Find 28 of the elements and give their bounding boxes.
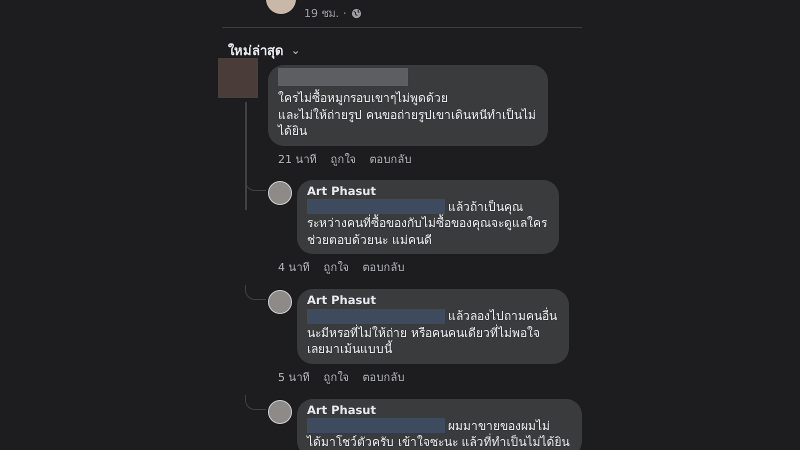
comment-text: แล้วถ้าเป็นคุณ xyxy=(448,198,523,214)
sort-dropdown[interactable]: ใหม่ล่าสุด ⌄ xyxy=(228,40,300,61)
comment-time[interactable]: 5 นาที xyxy=(278,368,310,386)
author-name[interactable]: Art Phasut xyxy=(307,292,557,308)
comment-time[interactable]: 21 นาที xyxy=(278,150,316,168)
thread-connector xyxy=(245,285,266,300)
post-time[interactable]: 19 ชม. xyxy=(304,4,339,22)
reply-link[interactable]: ตอบกลับ xyxy=(362,368,404,386)
comment-text: ผมมาขายของผมไม่ xyxy=(448,418,550,434)
reply-link[interactable]: ตอบกลับ xyxy=(362,258,404,276)
author-name[interactable]: Art Phasut xyxy=(307,402,570,418)
avatar-icon[interactable] xyxy=(268,290,292,314)
like-link[interactable]: ถูกใจ xyxy=(324,258,348,276)
like-link[interactable]: ถูกใจ xyxy=(324,368,348,386)
comment-text: ระหว่างคนที่ซื้อของกับไม่ซื้อของคุณจะดูแลใคร ช่วยตอบด้วยนะ แม่คนดี xyxy=(307,216,547,246)
comment-text: นะมีหรอที่ไม่ให้ถ่าย หรือคนคนเดียวที่ไม่พอใจ เลยมาเม้นแบบนี้ xyxy=(307,326,540,356)
avatar-icon[interactable] xyxy=(268,180,292,204)
comment-text: ได้มาโชว์ตัวครับ เข้าใจซะนะ แล้วที่ทำเป็นไม่ได้ยิน xyxy=(307,435,570,449)
separator-dot: · xyxy=(343,6,346,20)
author-name[interactable]: Art Phasut xyxy=(307,182,547,198)
like-link[interactable]: ถูกใจ xyxy=(330,150,356,168)
avatar-icon[interactable] xyxy=(268,400,292,424)
globe-icon xyxy=(350,8,362,18)
comment-text: แล้วลองไปถามคนอื่น xyxy=(448,308,557,324)
comment-text: ใครไม่ซื้อหมูกรอบเขาๆไม่พูดด้วย และไม่ให้ถ่ายรูป คนขอถ่ายรูปเขาเดินหนีทำเป็นไม่ ได้ยิน xyxy=(278,91,536,138)
comment-time[interactable]: 4 นาที xyxy=(278,258,310,276)
thread-connector xyxy=(245,394,266,410)
reply-link[interactable]: ตอบกลับ xyxy=(370,150,412,168)
